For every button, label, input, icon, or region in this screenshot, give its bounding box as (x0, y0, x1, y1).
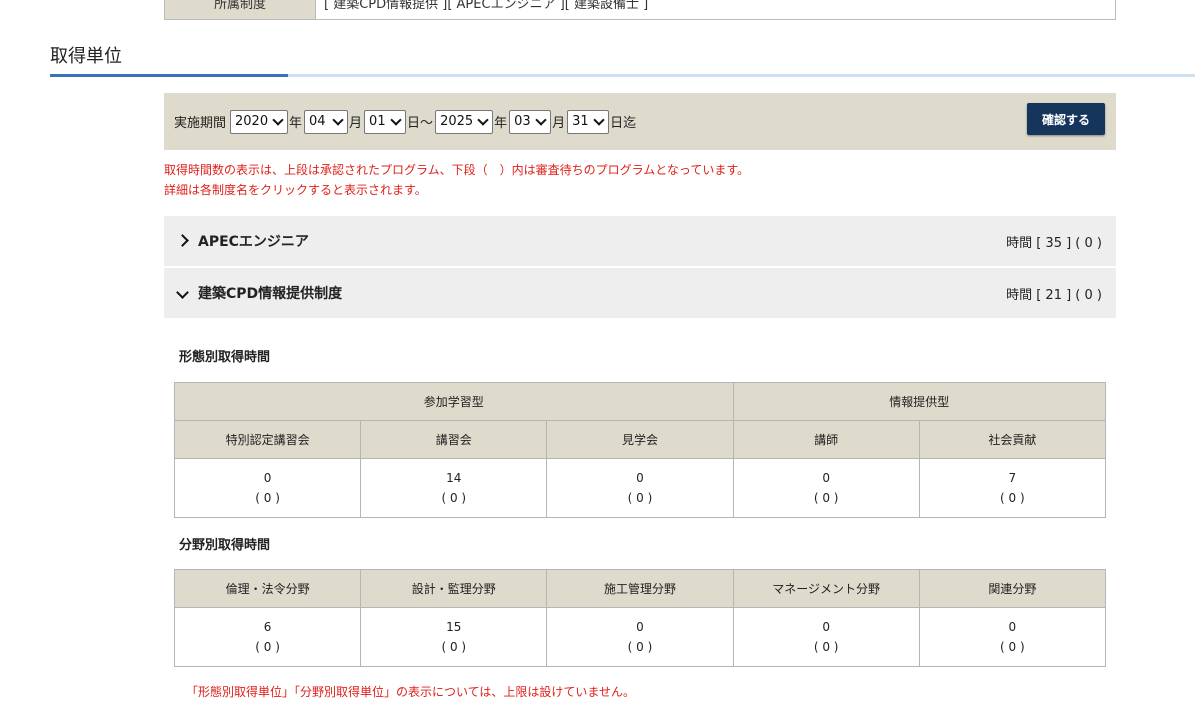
hours-cell: 0 ( 0 ) (918, 607, 1107, 667)
pending-hours: ( 0 ) (255, 640, 280, 654)
chevron-down-icon (390, 113, 402, 126)
day-unit-start: 日～ (407, 116, 434, 131)
field-hours-table: 倫理・法令分野 設計・監理分野 施工管理分野 マネージメント分野 関連分野 6 (… (173, 569, 1107, 667)
column-header: 施工管理分野 (546, 569, 734, 608)
chevron-down-icon (477, 113, 489, 126)
hours-cell: 0 ( 0 ) (732, 607, 920, 667)
accordion-apec-hours: 時間 [ 35 ] ( 0 ) (1006, 235, 1102, 251)
pending-hours: ( 0 ) (813, 491, 839, 505)
approved-hours: 14 (446, 471, 462, 485)
month-unit-start: 月 (349, 116, 363, 131)
section-title: 取得単位 (50, 46, 122, 67)
section-divider (50, 74, 1195, 77)
hours-cell: 0 ( 0 ) (732, 458, 920, 518)
hours-cell: 14 ( 0 ) (360, 458, 548, 518)
group-header-info-provision: 情報提供型 (732, 382, 1107, 421)
hours-cell: 0 ( 0 ) (173, 458, 362, 518)
section-divider-accent (50, 74, 288, 77)
period-filter-bar: 実施期間 2020 年 04 月 01 日～ 2025 年 03 月 31 日迄… (164, 93, 1116, 150)
approved-hours: 0 (1008, 620, 1017, 634)
chevron-down-icon (593, 113, 605, 126)
start-day-value: 01 (369, 114, 386, 129)
pending-hours: ( 0 ) (1000, 640, 1025, 654)
hours-cell: 15 ( 0 ) (360, 607, 548, 667)
month-unit-end: 月 (552, 116, 566, 131)
hours-cell: 0 ( 0 ) (546, 458, 734, 518)
column-header: 見学会 (546, 420, 734, 459)
column-header: 関連分野 (918, 569, 1107, 608)
end-month-select[interactable]: 03 (509, 109, 552, 134)
start-day-select[interactable]: 01 (364, 109, 407, 134)
hours-cell: 0 ( 0 ) (546, 607, 734, 667)
start-month-value: 04 (309, 114, 326, 129)
start-month-select[interactable]: 04 (304, 109, 349, 134)
format-hours-table: 参加学習型 情報提供型 特別認定講習会 講習会 見学会 講師 社会貢献 0 ( 0… (173, 382, 1107, 518)
year-unit-end: 年 (494, 116, 508, 131)
chevron-down-icon (170, 285, 194, 301)
column-header: 講習会 (360, 420, 548, 459)
end-day-value: 31 (572, 114, 589, 129)
approved-hours: 15 (446, 620, 462, 634)
start-year-value: 2020 (235, 114, 269, 129)
end-month-value: 03 (514, 114, 531, 129)
pending-hours: ( 0 ) (441, 640, 467, 654)
format-table-title: 形態別取得時間 (179, 350, 271, 365)
column-header: マネージメント分野 (732, 569, 920, 608)
bottom-note: 「形態別取得単位」「分野別取得単位」の表示については、上限は設けていません。 (186, 685, 636, 699)
pending-hours: ( 0 ) (627, 491, 653, 505)
column-header: 特別認定講習会 (173, 420, 362, 459)
chevron-down-icon (535, 113, 547, 126)
chevron-down-icon (272, 113, 284, 126)
accordion-kenchiku-cpd-title[interactable]: 建築CPD情報提供制度 (198, 283, 342, 303)
chevron-right-icon (170, 233, 194, 249)
approved-hours: 6 (263, 620, 272, 634)
pending-hours: ( 0 ) (627, 640, 653, 654)
accordion-kenchiku-cpd[interactable]: 建築CPD情報提供制度 時間 [ 21 ] ( 0 ) (164, 268, 1116, 318)
pending-hours: ( 0 ) (255, 491, 280, 505)
group-header-participation: 参加学習型 (174, 382, 734, 421)
accordion-apec-title[interactable]: APECエンジニア (198, 231, 309, 251)
year-unit-start: 年 (289, 116, 303, 131)
confirm-button[interactable]: 確認する (1027, 103, 1105, 135)
note-line-2: 詳細は各制度名をクリックすると表示されます。 (164, 183, 427, 197)
affiliation-value: [ 建築CPD情報提供 ][ APECエンジニア ][ 建築設備士 ] (316, 0, 1115, 19)
chevron-down-icon (332, 113, 344, 126)
accordion-kenchiku-cpd-hours: 時間 [ 21 ] ( 0 ) (1006, 287, 1102, 303)
hours-cell: 6 ( 0 ) (173, 607, 362, 667)
field-table-title: 分野別取得時間 (179, 538, 271, 553)
approved-hours: 0 (822, 620, 830, 634)
column-header: 倫理・法令分野 (173, 569, 362, 608)
start-year-select[interactable]: 2020 (230, 109, 289, 134)
column-header: 社会貢献 (918, 420, 1107, 459)
affiliation-row: 所属制度 [ 建築CPD情報提供 ][ APECエンジニア ][ 建築設備士 ] (164, 0, 1116, 20)
period-label: 実施期間 (174, 116, 227, 131)
affiliation-label: 所属制度 (165, 0, 316, 19)
approved-hours: 0 (822, 471, 830, 485)
pending-hours: ( 0 ) (441, 491, 467, 505)
approved-hours: 0 (263, 471, 272, 485)
hours-cell: 7 ( 0 ) (918, 458, 1107, 518)
column-header: 講師 (732, 420, 920, 459)
pending-hours: ( 0 ) (1000, 491, 1025, 505)
end-year-select[interactable]: 2025 (435, 109, 494, 134)
approved-hours: 0 (636, 620, 644, 634)
pending-hours: ( 0 ) (813, 640, 839, 654)
end-day-select[interactable]: 31 (567, 109, 610, 134)
end-year-value: 2025 (440, 114, 474, 129)
day-unit-end: 日迄 (610, 116, 637, 131)
note-line-1: 取得時間数の表示は、上段は承認されたプログラム、下段（ ）内は審査待ちのプログラ… (164, 163, 750, 177)
approved-hours: 7 (1008, 471, 1017, 485)
accordion-apec[interactable]: APECエンジニア 時間 [ 35 ] ( 0 ) (164, 216, 1116, 266)
column-header: 設計・監理分野 (360, 569, 548, 608)
approved-hours: 0 (636, 471, 644, 485)
